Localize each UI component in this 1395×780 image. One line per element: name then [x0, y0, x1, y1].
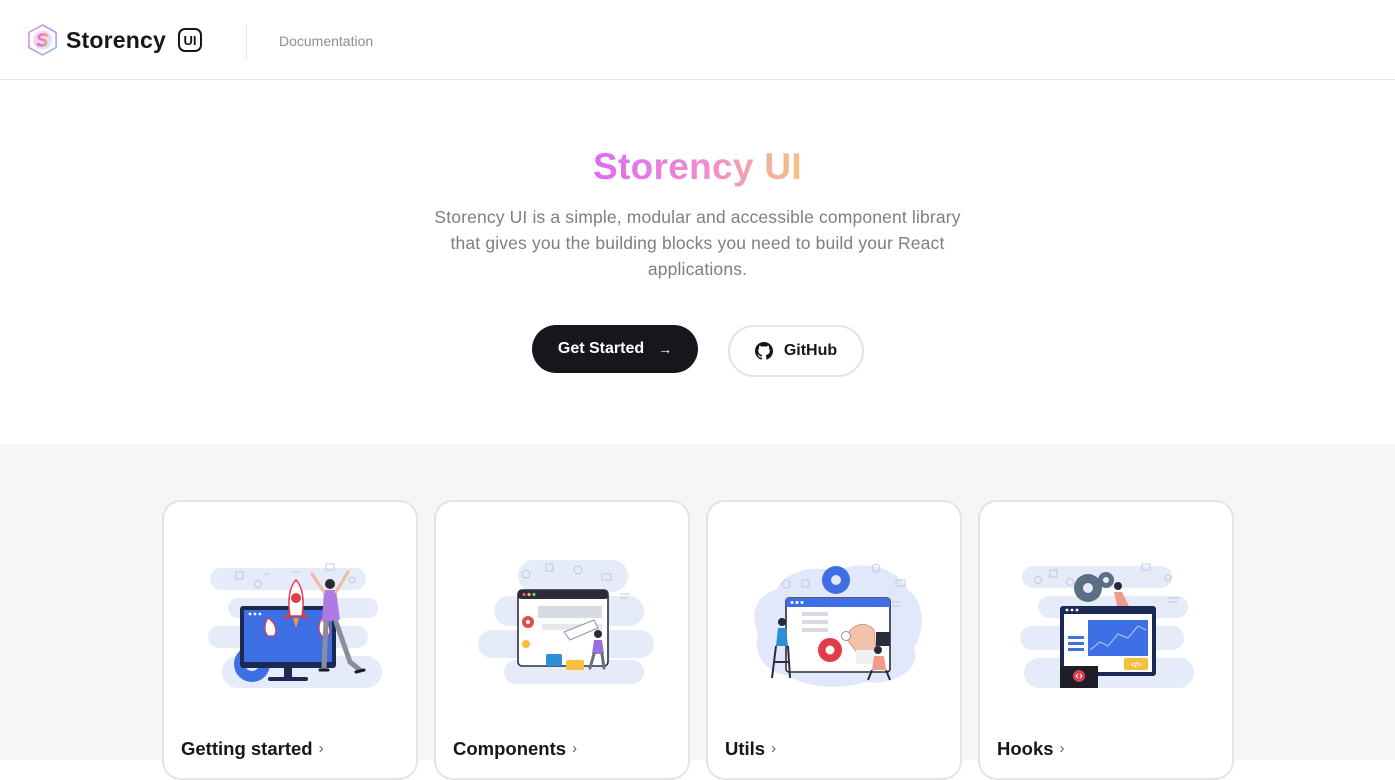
get-started-label: Get Started — [557, 340, 645, 357]
card-title: Components › — [453, 738, 577, 760]
svg-text:</>: </> — [1131, 662, 1141, 669]
hero-section: Storency UI Storency UI is a simple, mod… — [0, 81, 1395, 444]
header-divider — [246, 24, 247, 59]
card-title: Getting started › — [181, 738, 324, 760]
card-hooks[interactable]: </> Hooks › — [978, 500, 1234, 780]
nav-documentation-link[interactable]: Documentation — [279, 32, 373, 50]
hero-description: Storency UI is a simple, modular and acc… — [434, 207, 961, 279]
card-title-text: Getting started — [181, 738, 313, 759]
browser-components-illustration — [478, 560, 654, 684]
card-title-text: Hooks — [997, 738, 1054, 759]
chevron-right-icon: › — [771, 740, 777, 757]
card-title: Utils › — [725, 738, 776, 760]
github-icon — [754, 342, 773, 360]
card-title-text: Utils — [725, 738, 766, 759]
brand-home-link[interactable]: Storency UI — [26, 23, 203, 57]
github-button[interactable]: GitHub — [728, 325, 864, 377]
analytics-hooks-illustration: </> — [1020, 563, 1194, 688]
ui-badge: UI — [178, 28, 203, 52]
gear-tools-illustration — [754, 563, 922, 687]
get-started-button[interactable]: Get Started → — [532, 325, 698, 373]
storency-logo-icon — [28, 24, 57, 56]
chevron-right-icon: › — [572, 740, 578, 757]
card-getting-started[interactable]: Getting started › — [162, 500, 418, 780]
github-label: GitHub — [783, 342, 838, 359]
card-utils[interactable]: Utils › — [706, 500, 962, 780]
features-section: Getting started › Components › Utils › <… — [0, 444, 1395, 780]
rocket-launch-illustration — [208, 563, 382, 688]
top-navbar: Storency UI Documentation — [0, 0, 1395, 80]
chevron-right-icon: › — [318, 740, 324, 757]
hero-title: Storency UI — [0, 145, 1395, 189]
hero-title-text: Storency UI — [593, 146, 802, 187]
brand-name: Storency — [66, 27, 167, 53]
chevron-right-icon: › — [1059, 740, 1065, 757]
card-components[interactable]: Components › — [434, 500, 690, 780]
card-title: Hooks › — [997, 738, 1065, 760]
arrow-right-icon: → — [658, 341, 673, 357]
card-title-text: Components — [453, 738, 567, 759]
